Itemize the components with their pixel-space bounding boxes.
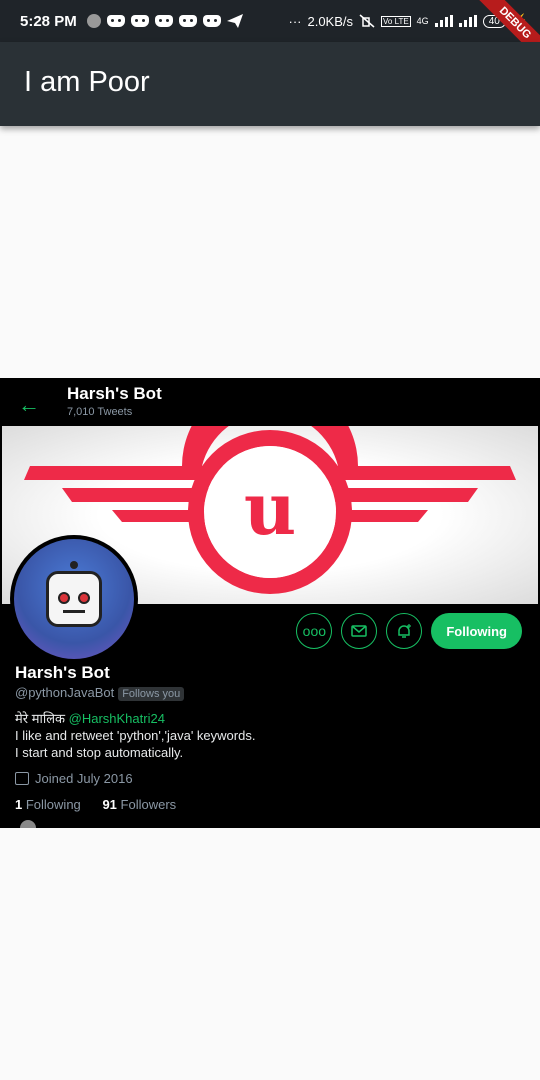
mute-icon xyxy=(359,14,375,28)
discord-icon xyxy=(178,15,197,27)
avatar-background xyxy=(14,539,134,659)
status-bar: 5:28 PM ··· 2.0KB/s Vo LTE 4G 40 ⚡ DEBUG xyxy=(0,0,540,69)
profile-bio: मेरे मालिक @HarshKhatri24 I like and ret… xyxy=(15,710,255,761)
bio-mention-link[interactable]: @HarshKhatri24 xyxy=(69,711,165,726)
discord-icon xyxy=(154,15,173,27)
following-label: Following xyxy=(25,797,81,812)
status-time: 5:28 PM xyxy=(20,12,77,30)
profile-handle: @pythonJavaBot xyxy=(15,685,115,700)
robot-eye-left xyxy=(58,592,70,604)
volte-icon: Vo LTE xyxy=(381,15,411,27)
profile-handle-row: @pythonJavaBot Follows you xyxy=(15,685,185,701)
page-title: I am Poor xyxy=(24,66,150,98)
bell-plus-icon xyxy=(398,624,412,638)
robot-antenna xyxy=(70,561,78,569)
calendar-icon xyxy=(15,772,29,785)
robot-icon xyxy=(42,561,106,637)
bio-line-2: I like and retweet 'python','java' keywo… xyxy=(15,728,256,743)
follow-counts: 1 Following 91 Followers xyxy=(15,797,176,812)
discord-icon xyxy=(106,15,125,27)
followers-count: 91 xyxy=(102,797,117,812)
notifications-button[interactable] xyxy=(386,613,423,649)
discord-icon xyxy=(130,15,149,27)
network-type: 4G xyxy=(416,16,429,26)
profile-actions: ooo Following xyxy=(296,613,522,649)
status-right: ··· 2.0KB/s Vo LTE 4G 40 ⚡ xyxy=(288,13,528,29)
more-icon: ooo xyxy=(302,623,327,639)
circle-icon xyxy=(86,14,101,28)
followers-label: Followers xyxy=(120,797,177,812)
robot-mouth xyxy=(63,610,85,613)
signal-icon-2 xyxy=(458,15,477,27)
discord-icon xyxy=(202,15,221,27)
robot-head xyxy=(46,571,102,627)
arrow-left-icon[interactable]: ← xyxy=(18,392,40,418)
avatar[interactable] xyxy=(10,535,138,663)
twitter-profile-image: ← Harsh's Bot 7,010 Tweets u ooo Followi… xyxy=(0,378,540,828)
envelope-icon xyxy=(351,625,368,637)
follows-you-badge: Follows you xyxy=(118,687,185,701)
profile-name: Harsh's Bot xyxy=(15,663,110,682)
signal-icon xyxy=(434,15,453,27)
bio-line-1: मेरे मालिक @HarshKhatri24 xyxy=(15,710,255,727)
telegram-icon xyxy=(226,14,243,28)
following-button[interactable]: Following xyxy=(431,613,522,649)
more-dots: ··· xyxy=(288,13,302,29)
notification-icons xyxy=(86,14,243,28)
following-link[interactable]: 1 Following xyxy=(15,797,81,812)
banner-letter: u xyxy=(244,466,296,551)
app-bar: I am Poor xyxy=(0,42,540,126)
bio-line-3: I start and stop automatically. xyxy=(15,745,184,760)
message-button[interactable] xyxy=(341,613,378,649)
joined-row: Joined July 2016 xyxy=(15,771,133,786)
bio-prefix: मेरे मालिक xyxy=(15,711,69,726)
more-options-button[interactable]: ooo xyxy=(296,613,333,649)
joined-date: Joined July 2016 xyxy=(35,771,133,786)
followers-link[interactable]: 91 Followers xyxy=(102,797,176,812)
robot-eye-right xyxy=(78,592,90,604)
header-name: Harsh's Bot xyxy=(67,384,162,403)
following-count: 1 xyxy=(15,797,23,812)
tweets-count: 7,010 Tweets xyxy=(67,406,133,418)
avatar-small-cut xyxy=(20,820,36,828)
net-speed: 2.0KB/s xyxy=(307,13,354,29)
